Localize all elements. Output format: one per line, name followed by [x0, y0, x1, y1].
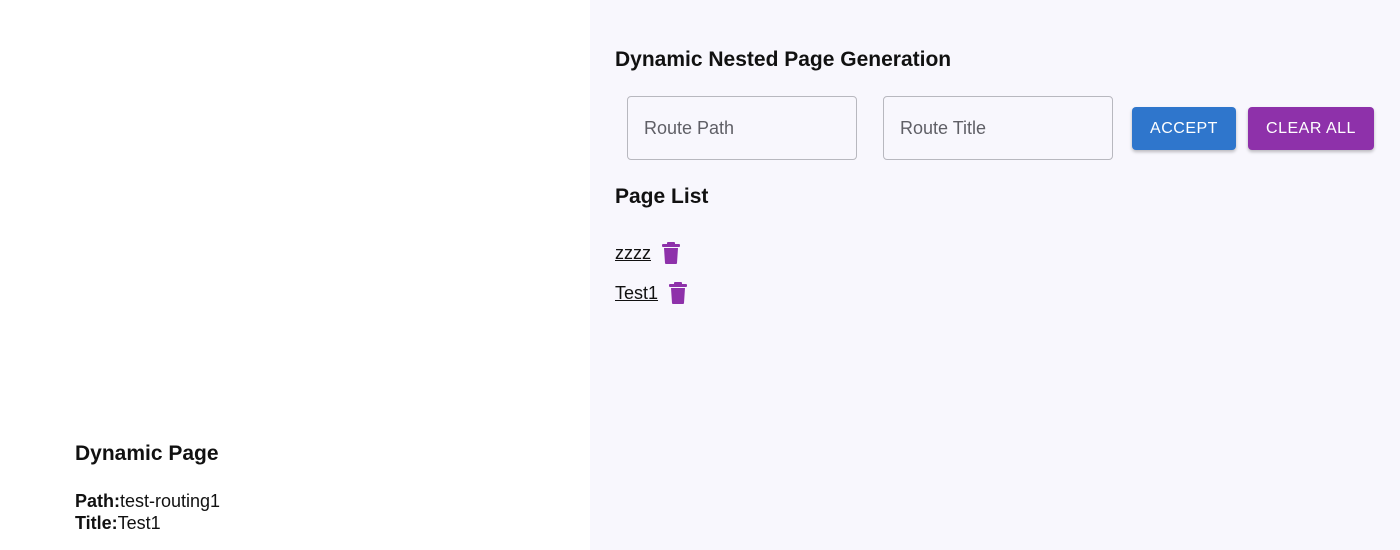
page-list-heading: Page List	[615, 185, 709, 208]
title-value: Test1	[117, 513, 161, 533]
page-list: zzzz Test1	[615, 240, 688, 320]
title-row: Title:Test1	[75, 512, 220, 534]
route-path-input[interactable]	[627, 96, 857, 160]
accept-button[interactable]: ACCEPT	[1132, 107, 1236, 150]
path-label: Path:	[75, 491, 120, 511]
trash-icon[interactable]	[668, 281, 688, 305]
path-row: Path:test-routing1	[75, 490, 220, 512]
generator-heading: Dynamic Nested Page Generation	[615, 48, 952, 71]
page-link-test1[interactable]: Test1	[615, 282, 658, 304]
dynamic-page-heading: Dynamic Page	[75, 442, 219, 465]
list-item: Test1	[615, 280, 688, 306]
right-pane: Dynamic Nested Page Generation ACCEPT CL…	[590, 0, 1400, 550]
list-item: zzzz	[615, 240, 688, 266]
page-link-zzzz[interactable]: zzzz	[615, 242, 651, 264]
title-label: Title:	[75, 513, 118, 533]
dynamic-page-detail: Dynamic Page Path:test-routing1 Title:Te…	[75, 441, 220, 534]
route-title-input[interactable]	[883, 96, 1113, 160]
trash-icon[interactable]	[661, 241, 681, 265]
left-pane: Dynamic Page Path:test-routing1 Title:Te…	[0, 0, 590, 550]
path-value: test-routing1	[120, 491, 221, 511]
clear-all-button[interactable]: CLEAR ALL	[1248, 107, 1374, 150]
